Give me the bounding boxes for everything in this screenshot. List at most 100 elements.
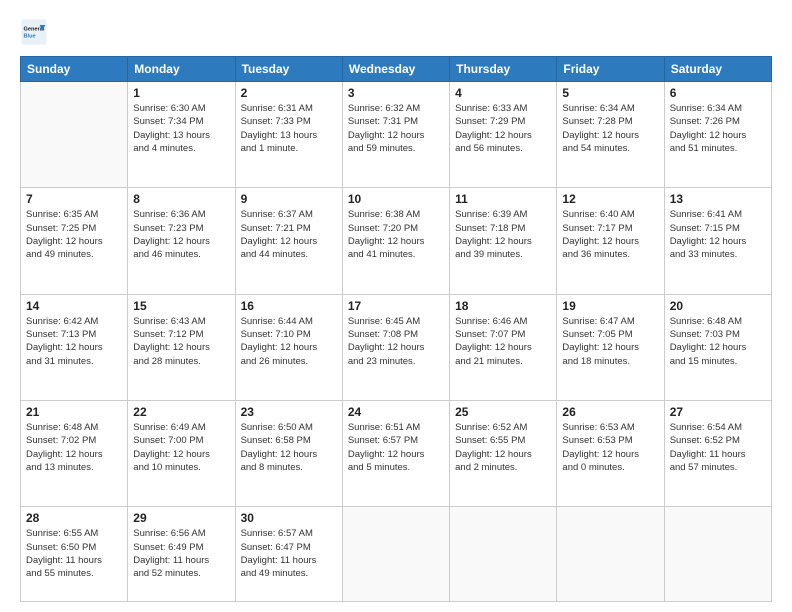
day-info: Sunrise: 6:52 AM Sunset: 6:55 PM Dayligh… xyxy=(455,421,551,474)
day-number: 17 xyxy=(348,299,444,313)
day-number: 8 xyxy=(133,192,229,206)
day-info: Sunrise: 6:49 AM Sunset: 7:00 PM Dayligh… xyxy=(133,421,229,474)
day-number: 23 xyxy=(241,405,337,419)
day-number: 21 xyxy=(26,405,122,419)
day-info: Sunrise: 6:56 AM Sunset: 6:49 PM Dayligh… xyxy=(133,527,229,580)
day-info: Sunrise: 6:55 AM Sunset: 6:50 PM Dayligh… xyxy=(26,527,122,580)
calendar-cell: 14 Sunrise: 6:42 AM Sunset: 7:13 PM Dayli… xyxy=(21,294,128,400)
calendar-cell: 20 Sunrise: 6:48 AM Sunset: 7:03 PM Dayli… xyxy=(664,294,771,400)
calendar-cell: 15 Sunrise: 6:43 AM Sunset: 7:12 PM Dayli… xyxy=(128,294,235,400)
day-info: Sunrise: 6:48 AM Sunset: 7:02 PM Dayligh… xyxy=(26,421,122,474)
calendar-cell: 30 Sunrise: 6:57 AM Sunset: 6:47 PM Dayli… xyxy=(235,507,342,602)
day-info: Sunrise: 6:31 AM Sunset: 7:33 PM Dayligh… xyxy=(241,102,337,155)
weekday-header: Sunday xyxy=(21,57,128,82)
calendar-cell xyxy=(342,507,449,602)
day-number: 1 xyxy=(133,86,229,100)
calendar-cell: 19 Sunrise: 6:47 AM Sunset: 7:05 PM Dayli… xyxy=(557,294,664,400)
calendar-cell: 12 Sunrise: 6:40 AM Sunset: 7:17 PM Dayli… xyxy=(557,188,664,294)
day-info: Sunrise: 6:53 AM Sunset: 6:53 PM Dayligh… xyxy=(562,421,658,474)
day-number: 22 xyxy=(133,405,229,419)
day-number: 5 xyxy=(562,86,658,100)
calendar-cell: 13Sunrise: 6:41 AM Sunset: 7:15 PM Dayli… xyxy=(664,188,771,294)
day-number: 25 xyxy=(455,405,551,419)
day-info: Sunrise: 6:45 AM Sunset: 7:08 PM Dayligh… xyxy=(348,315,444,368)
calendar-cell: 4Sunrise: 6:33 AM Sunset: 7:29 PM Daylig… xyxy=(450,82,557,188)
day-number: 15 xyxy=(133,299,229,313)
day-info: Sunrise: 6:34 AM Sunset: 7:28 PM Dayligh… xyxy=(562,102,658,155)
calendar-week-row: 7Sunrise: 6:35 AM Sunset: 7:25 PM Daylig… xyxy=(21,188,772,294)
day-number: 3 xyxy=(348,86,444,100)
day-number: 16 xyxy=(241,299,337,313)
calendar-cell: 5 Sunrise: 6:34 AM Sunset: 7:28 PM Daylig… xyxy=(557,82,664,188)
calendar-cell: 18 Sunrise: 6:46 AM Sunset: 7:07 PM Dayli… xyxy=(450,294,557,400)
calendar-cell: 9 Sunrise: 6:37 AM Sunset: 7:21 PM Daylig… xyxy=(235,188,342,294)
calendar-cell: 8 Sunrise: 6:36 AM Sunset: 7:23 PM Daylig… xyxy=(128,188,235,294)
day-number: 26 xyxy=(562,405,658,419)
day-info: Sunrise: 6:48 AM Sunset: 7:03 PM Dayligh… xyxy=(670,315,766,368)
calendar-cell: 1 Sunrise: 6:30 AM Sunset: 7:34 PM Daylig… xyxy=(128,82,235,188)
day-number: 10 xyxy=(348,192,444,206)
calendar-cell: 10 Sunrise: 6:38 AM Sunset: 7:20 PM Dayli… xyxy=(342,188,449,294)
weekday-header: Wednesday xyxy=(342,57,449,82)
day-info: Sunrise: 6:30 AM Sunset: 7:34 PM Dayligh… xyxy=(133,102,229,155)
logo-icon: General Blue xyxy=(20,18,48,46)
day-info: Sunrise: 6:38 AM Sunset: 7:20 PM Dayligh… xyxy=(348,208,444,261)
calendar-cell: 22 Sunrise: 6:49 AM Sunset: 7:00 PM Dayli… xyxy=(128,401,235,507)
weekday-header-row: SundayMondayTuesdayWednesdayThursdayFrid… xyxy=(21,57,772,82)
day-info: Sunrise: 6:50 AM Sunset: 6:58 PM Dayligh… xyxy=(241,421,337,474)
calendar-cell: 3 Sunrise: 6:32 AM Sunset: 7:31 PM Daylig… xyxy=(342,82,449,188)
calendar-cell: 29 Sunrise: 6:56 AM Sunset: 6:49 PM Dayli… xyxy=(128,507,235,602)
calendar-cell: 16 Sunrise: 6:44 AM Sunset: 7:10 PM Dayli… xyxy=(235,294,342,400)
weekday-header: Saturday xyxy=(664,57,771,82)
day-number: 24 xyxy=(348,405,444,419)
calendar-cell xyxy=(450,507,557,602)
calendar-table: SundayMondayTuesdayWednesdayThursdayFrid… xyxy=(20,56,772,602)
header: General Blue xyxy=(20,18,772,46)
day-info: Sunrise: 6:41 AM Sunset: 7:15 PM Dayligh… xyxy=(670,208,766,261)
weekday-header: Tuesday xyxy=(235,57,342,82)
day-number: 14 xyxy=(26,299,122,313)
day-info: Sunrise: 6:47 AM Sunset: 7:05 PM Dayligh… xyxy=(562,315,658,368)
day-number: 29 xyxy=(133,511,229,525)
weekday-header: Monday xyxy=(128,57,235,82)
day-number: 20 xyxy=(670,299,766,313)
calendar-week-row: 1 Sunrise: 6:30 AM Sunset: 7:34 PM Daylig… xyxy=(21,82,772,188)
day-number: 4 xyxy=(455,86,551,100)
calendar-cell xyxy=(21,82,128,188)
day-info: Sunrise: 6:36 AM Sunset: 7:23 PM Dayligh… xyxy=(133,208,229,261)
day-info: Sunrise: 6:57 AM Sunset: 6:47 PM Dayligh… xyxy=(241,527,337,580)
day-number: 30 xyxy=(241,511,337,525)
calendar-cell: 11Sunrise: 6:39 AM Sunset: 7:18 PM Dayli… xyxy=(450,188,557,294)
calendar-week-row: 21 Sunrise: 6:48 AM Sunset: 7:02 PM Dayli… xyxy=(21,401,772,507)
day-info: Sunrise: 6:40 AM Sunset: 7:17 PM Dayligh… xyxy=(562,208,658,261)
day-info: Sunrise: 6:37 AM Sunset: 7:21 PM Dayligh… xyxy=(241,208,337,261)
day-number: 27 xyxy=(670,405,766,419)
weekday-header: Friday xyxy=(557,57,664,82)
calendar-cell: 23 Sunrise: 6:50 AM Sunset: 6:58 PM Dayli… xyxy=(235,401,342,507)
day-info: Sunrise: 6:34 AM Sunset: 7:26 PM Dayligh… xyxy=(670,102,766,155)
day-number: 9 xyxy=(241,192,337,206)
day-number: 12 xyxy=(562,192,658,206)
svg-text:Blue: Blue xyxy=(24,34,36,40)
calendar-cell: 7Sunrise: 6:35 AM Sunset: 7:25 PM Daylig… xyxy=(21,188,128,294)
day-number: 19 xyxy=(562,299,658,313)
day-info: Sunrise: 6:32 AM Sunset: 7:31 PM Dayligh… xyxy=(348,102,444,155)
day-info: Sunrise: 6:39 AM Sunset: 7:18 PM Dayligh… xyxy=(455,208,551,261)
day-number: 2 xyxy=(241,86,337,100)
calendar-cell: 24Sunrise: 6:51 AM Sunset: 6:57 PM Dayli… xyxy=(342,401,449,507)
day-number: 18 xyxy=(455,299,551,313)
day-number: 6 xyxy=(670,86,766,100)
calendar-cell: 17 Sunrise: 6:45 AM Sunset: 7:08 PM Dayli… xyxy=(342,294,449,400)
calendar-cell xyxy=(664,507,771,602)
day-info: Sunrise: 6:46 AM Sunset: 7:07 PM Dayligh… xyxy=(455,315,551,368)
calendar-cell: 25 Sunrise: 6:52 AM Sunset: 6:55 PM Dayli… xyxy=(450,401,557,507)
day-info: Sunrise: 6:42 AM Sunset: 7:13 PM Dayligh… xyxy=(26,315,122,368)
day-info: Sunrise: 6:43 AM Sunset: 7:12 PM Dayligh… xyxy=(133,315,229,368)
calendar-cell: 21 Sunrise: 6:48 AM Sunset: 7:02 PM Dayli… xyxy=(21,401,128,507)
weekday-header: Thursday xyxy=(450,57,557,82)
calendar-cell: 26 Sunrise: 6:53 AM Sunset: 6:53 PM Dayli… xyxy=(557,401,664,507)
calendar-cell: 28Sunrise: 6:55 AM Sunset: 6:50 PM Dayli… xyxy=(21,507,128,602)
day-info: Sunrise: 6:44 AM Sunset: 7:10 PM Dayligh… xyxy=(241,315,337,368)
day-number: 7 xyxy=(26,192,122,206)
calendar-cell xyxy=(557,507,664,602)
